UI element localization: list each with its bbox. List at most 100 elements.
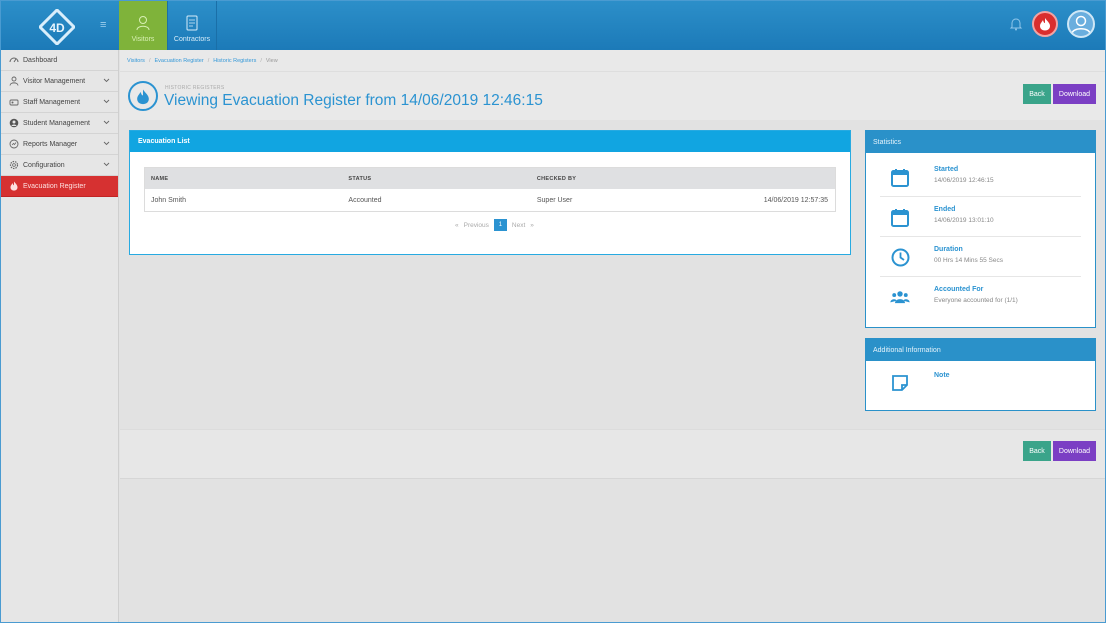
pager-prev-arrow[interactable]: « xyxy=(455,222,459,229)
stat-value: 00 Hrs 14 Mins 55 Secs xyxy=(934,257,1004,264)
staff-icon xyxy=(9,97,19,107)
download-button[interactable]: Download xyxy=(1053,441,1096,461)
column-header-status[interactable]: STATUS xyxy=(342,176,530,182)
bell-icon[interactable] xyxy=(1009,17,1023,31)
sidebar-item-label: Staff Management xyxy=(23,98,81,106)
sidebar-item-label: Visitor Management xyxy=(23,77,86,85)
pager-next[interactable]: Next xyxy=(512,222,525,229)
cell-time: 14/06/2019 12:57:35 xyxy=(763,196,828,204)
sidebar-item-label: Dashboard xyxy=(23,56,58,64)
stat-value: 14/06/2019 13:01:10 xyxy=(934,217,994,224)
sidebar-item-label: Evacuation Register xyxy=(23,182,86,190)
top-nav-contractors[interactable]: Contractors xyxy=(168,1,217,50)
stat-label: Ended xyxy=(934,206,956,213)
dashboard-icon xyxy=(9,55,19,65)
evacuation-list-title: Evacuation List xyxy=(130,131,850,152)
breadcrumb-historic-registers[interactable]: Historic Registers xyxy=(213,58,256,64)
stat-value: Everyone accounted for (1/1) xyxy=(934,297,1018,304)
breadcrumb: Visitors / Evacuation Register / Histori… xyxy=(120,50,1105,71)
column-header-checked-by[interactable]: CHECKED BY xyxy=(531,176,710,182)
breadcrumb-separator: / xyxy=(207,57,210,64)
stat-value: 14/06/2019 12:46:15 xyxy=(934,177,994,184)
top-bar: 4D ≡ Visitors Contractors xyxy=(1,1,1105,50)
chevron-down-icon xyxy=(103,120,110,125)
fire-icon xyxy=(1040,18,1050,31)
additional-information-panel: Additional Information Note xyxy=(865,338,1096,411)
cell-name: John Smith xyxy=(151,196,187,204)
chevron-down-icon xyxy=(103,99,110,104)
evacuation-alert-button[interactable] xyxy=(1032,11,1058,37)
breadcrumb-evacuation-register[interactable]: Evacuation Register xyxy=(154,58,203,64)
sidebar-item-student-management[interactable]: Student Management xyxy=(1,113,118,134)
gear-icon xyxy=(9,160,19,170)
top-nav-visitors[interactable]: Visitors xyxy=(119,1,168,50)
main-content: Visitors / Evacuation Register / Histori… xyxy=(120,50,1105,622)
breadcrumb-separator: / xyxy=(260,57,262,64)
pager-next-arrow[interactable]: » xyxy=(530,222,534,229)
cell-status: Accounted xyxy=(348,196,382,204)
report-icon xyxy=(9,139,19,149)
stat-label: Duration xyxy=(934,246,963,253)
chevron-down-icon xyxy=(103,78,110,83)
download-button[interactable]: Download xyxy=(1053,84,1096,104)
evacuation-list-card: Evacuation List NAME STATUS CHECKED BY J… xyxy=(129,130,851,255)
calendar-icon xyxy=(890,167,910,187)
top-nav-label: Visitors xyxy=(131,36,155,43)
person-icon xyxy=(9,76,19,86)
stat-started: Started 14/06/2019 12:46:15 xyxy=(880,157,1081,197)
sidebar-item-visitor-management[interactable]: Visitor Management xyxy=(1,71,118,92)
breadcrumb-current: View xyxy=(265,57,278,64)
top-right-controls xyxy=(1009,10,1095,38)
top-nav-label: Contractors xyxy=(173,36,211,43)
user-avatar[interactable] xyxy=(1067,10,1095,38)
page-subtitle: HISTORIC REGISTERS xyxy=(165,85,225,91)
person-icon xyxy=(136,16,150,31)
stat-duration: Duration 00 Hrs 14 Mins 55 Secs xyxy=(880,237,1081,277)
svg-text:4D: 4D xyxy=(49,21,65,35)
sidebar-item-label: Reports Manager xyxy=(23,140,78,148)
stat-accounted-for: Accounted For Everyone accounted for (1/… xyxy=(880,277,1081,317)
info-note: Note xyxy=(880,361,1081,401)
fire-icon xyxy=(128,81,158,111)
fire-icon xyxy=(9,181,19,191)
avatar-icon xyxy=(1071,15,1091,35)
evacuation-table: NAME STATUS CHECKED BY John Smith Accoun… xyxy=(144,167,836,212)
note-icon xyxy=(890,373,910,393)
sidebar: Dashboard Visitor Management Staff Manag… xyxy=(1,50,119,622)
sidebar-item-dashboard[interactable]: Dashboard xyxy=(1,50,118,71)
pagination: « Previous 1 Next » xyxy=(455,219,534,231)
table-header-row: NAME STATUS CHECKED BY xyxy=(145,168,835,189)
menu-toggle-icon[interactable]: ≡ xyxy=(100,19,110,31)
back-button[interactable]: Back xyxy=(1023,84,1051,104)
column-header-name[interactable]: NAME xyxy=(145,176,342,182)
sidebar-item-configuration[interactable]: Configuration xyxy=(1,155,118,176)
statistics-panel: Statistics Started 14/06/2019 12:46:15 E… xyxy=(865,130,1096,328)
page-title: Viewing Evacuation Register from 14/06/2… xyxy=(164,92,543,109)
calendar-icon xyxy=(890,207,910,227)
document-icon xyxy=(186,15,198,31)
sidebar-item-reports-manager[interactable]: Reports Manager xyxy=(1,134,118,155)
pager-previous[interactable]: Previous xyxy=(464,222,489,229)
sidebar-item-label: Configuration xyxy=(23,161,65,169)
bottom-action-bar: Back Download xyxy=(120,429,1105,479)
sidebar-item-staff-management[interactable]: Staff Management xyxy=(1,92,118,113)
chevron-down-icon xyxy=(103,141,110,146)
additional-information-title: Additional Information xyxy=(866,339,1095,361)
chevron-down-icon xyxy=(103,162,110,167)
statistics-title: Statistics xyxy=(866,131,1095,153)
stat-ended: Ended 14/06/2019 13:01:10 xyxy=(880,197,1081,237)
logo-4d[interactable]: 4D xyxy=(39,9,75,45)
breadcrumb-visitors[interactable]: Visitors xyxy=(127,58,145,64)
stat-label: Accounted For xyxy=(934,286,984,293)
page-header: HISTORIC REGISTERS Viewing Evacuation Re… xyxy=(120,71,1105,120)
people-icon xyxy=(890,287,910,307)
cell-checked-by: Super User xyxy=(536,196,573,204)
student-icon xyxy=(9,118,19,128)
sidebar-item-evacuation-register[interactable]: Evacuation Register xyxy=(1,176,118,197)
top-nav: Visitors Contractors xyxy=(119,1,217,50)
table-row[interactable]: John Smith Accounted Super User 14/06/20… xyxy=(145,189,835,211)
clock-icon xyxy=(890,247,910,267)
pager-page-1[interactable]: 1 xyxy=(493,219,507,231)
breadcrumb-separator: / xyxy=(148,57,151,64)
back-button[interactable]: Back xyxy=(1023,441,1051,461)
